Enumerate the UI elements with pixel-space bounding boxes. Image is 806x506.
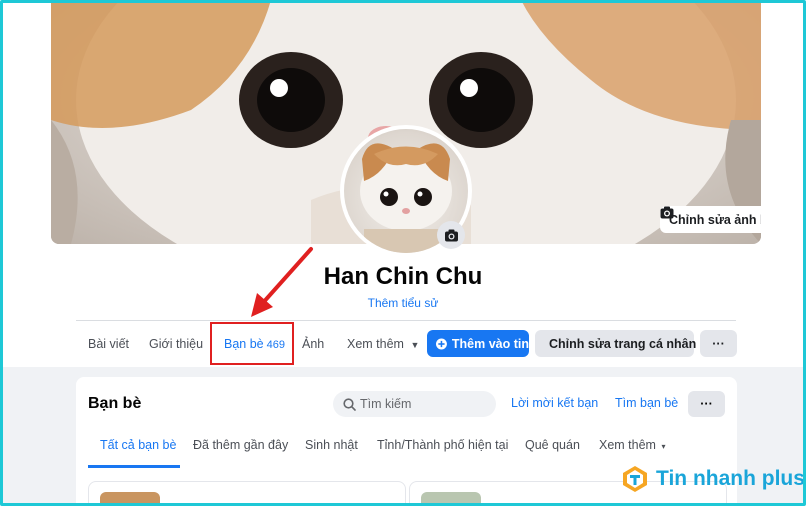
filter-hometown[interactable]: Quê quán <box>525 438 580 452</box>
brand-logo-icon <box>623 466 647 492</box>
add-to-story-button[interactable]: Thêm vào tin <box>427 330 529 357</box>
filter-current-city[interactable]: Tỉnh/Thành phố hiện tại <box>377 438 508 452</box>
find-friends-link[interactable]: Tìm bạn bè <box>615 396 678 410</box>
filter-more-label: Xem thêm <box>599 438 656 452</box>
camera-icon <box>660 206 674 219</box>
tab-divider <box>76 320 736 321</box>
add-to-story-label: Thêm vào tin <box>451 336 529 351</box>
friends-tab-highlight <box>210 322 294 365</box>
active-filter-indicator <box>88 465 180 468</box>
edit-profile-label: Chỉnh sửa trang cá nhân <box>549 336 697 351</box>
friend-photo <box>421 492 481 506</box>
more-dots-icon: ··· <box>712 336 725 351</box>
edit-cover-label: Chỉnh sửa ảnh bìa <box>669 212 761 227</box>
profile-more-button[interactable]: ··· <box>700 330 737 357</box>
pointer-arrow-icon <box>251 247 313 317</box>
search-icon <box>343 397 356 411</box>
more-dots-icon: ··· <box>700 397 713 411</box>
friend-photo <box>100 492 160 506</box>
friends-search-placeholder: Tìm kiếm <box>360 397 412 411</box>
friend-requests-link[interactable]: Lời mời kết bạn <box>511 396 598 410</box>
tab-more[interactable]: Xem thêm ▼ <box>347 330 419 358</box>
caret-down-icon: ▾ <box>661 442 666 451</box>
add-bio-label: Thêm tiểu sử <box>367 296 439 310</box>
edit-cover-button[interactable]: Chỉnh sửa ảnh bìa <box>660 206 761 233</box>
profile-name: Han Chin Chu <box>323 263 483 290</box>
tab-photos[interactable]: Ảnh <box>302 330 324 358</box>
caret-down-icon: ▼ <box>410 340 420 350</box>
tab-more-label: Xem thêm <box>347 337 404 351</box>
filter-recently-added[interactable]: Đã thêm gần đây <box>193 438 288 452</box>
filter-all-friends[interactable]: Tất cả bạn bè <box>100 438 176 452</box>
filter-more[interactable]: Xem thêm ▾ <box>599 438 665 452</box>
update-profile-picture-button[interactable] <box>437 221 465 249</box>
tab-about[interactable]: Giới thiệu <box>149 330 203 358</box>
camera-icon <box>444 229 458 241</box>
watermark-logo: Tin nhanh plus <box>620 462 805 496</box>
watermark-brand-text: Tin nhanh plus <box>656 467 805 490</box>
edit-profile-button[interactable]: Chỉnh sửa trang cá nhân <box>535 330 697 357</box>
filter-birthdays[interactable]: Sinh nhật <box>305 438 358 452</box>
plus-circle-icon <box>436 338 447 349</box>
friends-more-button[interactable]: ··· <box>688 391 725 417</box>
add-bio-link[interactable]: Thêm tiểu sử <box>0 296 806 310</box>
tab-posts[interactable]: Bài viết <box>88 330 129 358</box>
friends-search[interactable]: Tìm kiếm <box>333 391 496 417</box>
friends-section-title: Bạn bè <box>88 395 142 412</box>
